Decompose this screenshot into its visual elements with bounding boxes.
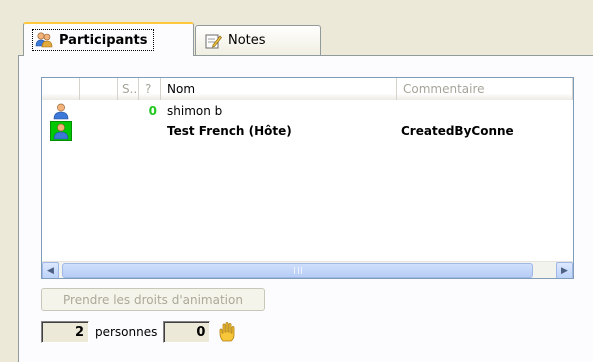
tab-participants[interactable]: Participants — [23, 22, 194, 56]
column-header-status[interactable]: S.. — [118, 78, 139, 100]
participant-blank — [80, 121, 118, 141]
participants-list[interactable]: S.. ? Nom Commentaire 0 shimon b Test Fr… — [41, 77, 574, 279]
host-user-icon — [50, 121, 72, 141]
participant-name: shimon b — [167, 104, 223, 118]
raised-hand-icon — [216, 321, 238, 343]
participant-rows: 0 shimon b Test French (Hôte) CreatedByC… — [42, 101, 573, 141]
status-bar: 2 personnes 0 — [41, 321, 238, 343]
participants-panel: S.. ? Nom Commentaire 0 shimon b Test Fr… — [18, 55, 593, 362]
participant-count — [139, 121, 161, 141]
list-header: S.. ? Nom Commentaire — [42, 78, 573, 100]
participant-status — [118, 101, 139, 121]
table-row[interactable]: Test French (Hôte) CreatedByConne — [42, 121, 573, 141]
column-header-name[interactable]: Nom — [161, 78, 397, 100]
user-icon — [52, 102, 70, 120]
people-count: 2 — [41, 321, 89, 343]
tab-participants-label: Participants — [59, 32, 148, 48]
arrow-left-icon: ◀ — [47, 265, 54, 276]
horizontal-scrollbar[interactable]: ◀ ▶ — [42, 261, 573, 278]
take-presenter-rights-button[interactable]: Prendre les droits d'animation — [41, 288, 265, 311]
participant-status — [118, 121, 139, 141]
scroll-left-button[interactable]: ◀ — [42, 262, 59, 278]
column-header-comment[interactable]: Commentaire — [397, 78, 573, 100]
notes-icon — [204, 32, 222, 50]
participant-avatar — [42, 101, 80, 121]
table-row[interactable]: 0 shimon b — [42, 101, 573, 121]
participant-avatar-host — [42, 121, 80, 141]
participant-comment: CreatedByConne — [401, 124, 514, 138]
arrow-right-icon: ▶ — [561, 265, 568, 276]
column-header-blank[interactable] — [80, 78, 118, 100]
column-header-icon[interactable] — [42, 78, 80, 100]
participant-count: 0 — [148, 104, 157, 118]
grip-icon — [293, 267, 302, 274]
scroll-right-button[interactable]: ▶ — [556, 262, 573, 278]
participants-icon — [35, 31, 53, 49]
tab-participants-focus: Participants — [32, 29, 155, 51]
column-header-question[interactable]: ? — [139, 78, 161, 100]
participant-name: Test French (Hôte) — [167, 124, 292, 138]
tab-notes[interactable]: Notes — [195, 25, 321, 55]
raised-hands-count: 0 — [163, 321, 211, 343]
scroll-thumb[interactable] — [62, 263, 533, 278]
participant-blank — [80, 101, 118, 121]
tab-notes-label: Notes — [228, 33, 266, 48]
people-label: personnes — [95, 325, 158, 339]
tab-strip: Participants Notes — [0, 0, 593, 56]
participant-comment — [397, 101, 573, 121]
